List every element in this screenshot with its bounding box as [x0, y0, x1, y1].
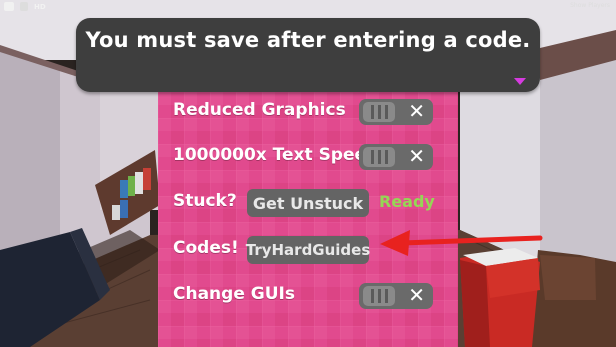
setting-label: 1000000x Text Spee [173, 145, 367, 165]
chat-icon[interactable] [20, 2, 28, 11]
setting-label: Reduced Graphics [173, 100, 346, 120]
setting-row-stuck: Stuck? Get Unstuck Ready [158, 189, 458, 217]
text-speed-toggle[interactable]: ✕ [359, 144, 433, 170]
hd-label: HD [34, 2, 46, 11]
reduced-graphics-toggle[interactable]: ✕ [359, 99, 433, 125]
roblox-menu-icon[interactable] [4, 2, 14, 11]
topbar-left: HD [4, 2, 46, 11]
dialog-next-arrow-icon[interactable] [514, 78, 526, 85]
close-icon: ✕ [408, 144, 425, 168]
close-icon: ✕ [408, 99, 425, 123]
setting-label: Stuck? [173, 191, 237, 211]
show-players-button[interactable]: Show Players [570, 2, 610, 9]
setting-row-text-speed: 1000000x Text Spee ✕ [158, 143, 458, 171]
setting-row-codes: Codes! TryHardGuides [158, 236, 458, 264]
setting-row-change-guis: Change GUIs ✕ [158, 282, 458, 310]
change-guis-toggle[interactable]: ✕ [359, 283, 433, 309]
get-unstuck-button[interactable]: Get Unstuck [247, 189, 369, 217]
toggle-knob [363, 286, 395, 306]
code-input[interactable]: TryHardGuides [246, 236, 370, 264]
toggle-knob [363, 102, 395, 122]
dialog-message: You must save after entering a code. [85, 28, 531, 52]
close-icon: ✕ [408, 283, 425, 307]
setting-label: Codes! [173, 238, 239, 258]
settings-panel: Reduced Graphics ✕ 1000000x Text Spee ✕ … [158, 92, 458, 347]
setting-row-reduced-graphics: Reduced Graphics ✕ [158, 98, 458, 126]
ready-status: Ready [379, 192, 435, 211]
dialog-bubble[interactable]: You must save after entering a code. [76, 18, 540, 92]
toggle-knob [363, 147, 395, 167]
setting-label: Change GUIs [173, 284, 295, 304]
